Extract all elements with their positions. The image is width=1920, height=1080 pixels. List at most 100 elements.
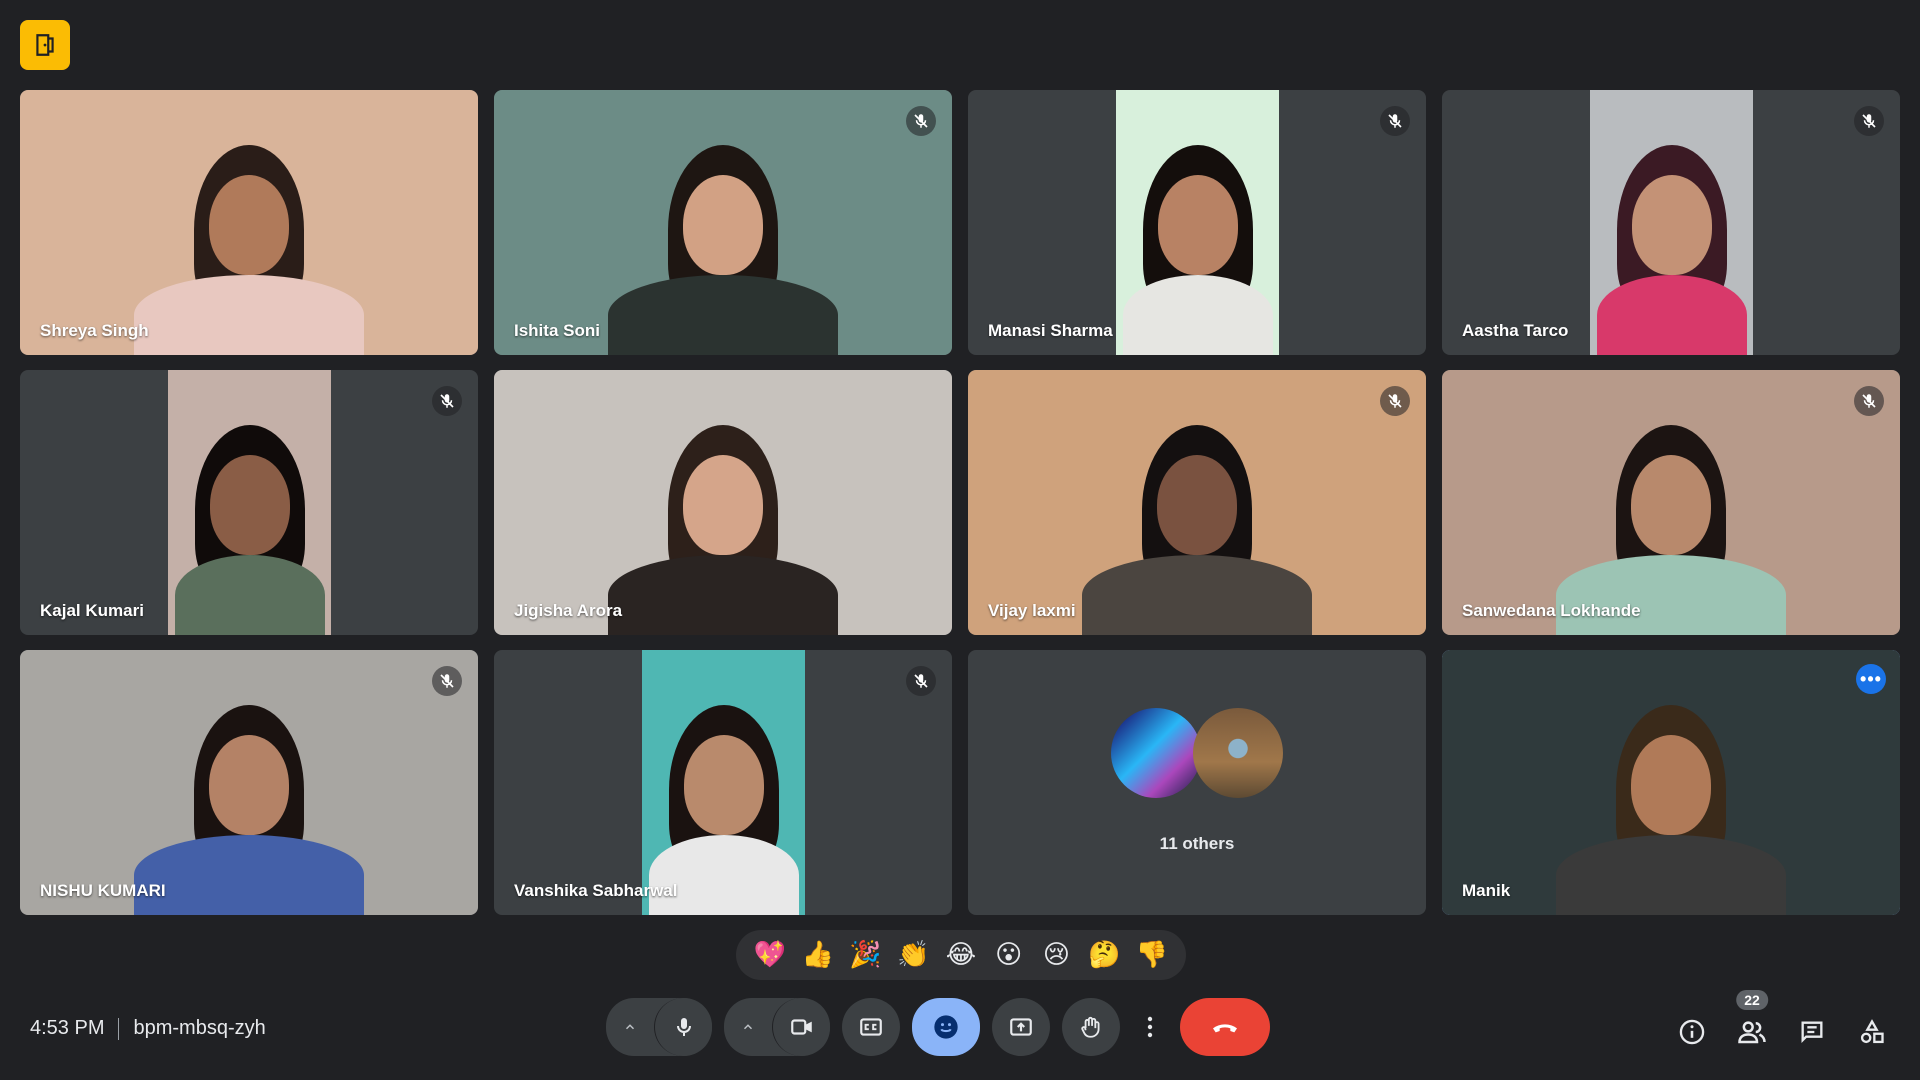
person-body xyxy=(1556,835,1786,915)
participant-name: Manasi Sharma xyxy=(988,321,1113,340)
participant-tile[interactable]: Manasi Sharma xyxy=(968,90,1426,355)
camera-button[interactable] xyxy=(772,998,830,1056)
activities-button[interactable] xyxy=(1848,1008,1896,1056)
more-vertical-icon xyxy=(1147,1016,1153,1038)
participant-name: Jigisha Arora xyxy=(514,601,623,620)
participant-name: Sanwedana Lokhande xyxy=(1462,601,1641,620)
participant-name: Kajal Kumari xyxy=(40,601,144,620)
reaction-bar: 💖 👍 🎉 👏 😂 😮 😢 🤔 👎 xyxy=(736,930,1186,980)
participant-name: Aastha Tarco xyxy=(1462,321,1569,340)
reaction-emoji[interactable]: 😢 xyxy=(1035,940,1077,970)
more-options-button[interactable] xyxy=(1132,998,1168,1056)
video-camera-icon xyxy=(790,1019,812,1035)
person-face xyxy=(1631,455,1711,555)
call-controls xyxy=(606,998,1282,1056)
reaction-emoji[interactable]: 👍 xyxy=(797,940,839,970)
participant-tile[interactable]: Vanshika Sabharwal xyxy=(494,650,952,915)
muted-indicator xyxy=(432,386,462,416)
muted-indicator xyxy=(906,666,936,696)
microphone-icon xyxy=(676,1018,691,1036)
muted-indicator xyxy=(906,106,936,136)
person-face xyxy=(209,735,289,835)
mic-off-icon xyxy=(1862,394,1876,408)
video-feed xyxy=(1442,370,1900,635)
captions-button[interactable] xyxy=(842,998,900,1056)
door-icon xyxy=(36,34,54,56)
person-body xyxy=(608,275,838,355)
audio-options-button[interactable] xyxy=(606,998,654,1056)
tile-options-button[interactable]: ••• xyxy=(1856,664,1886,694)
microphone-button[interactable] xyxy=(654,998,712,1056)
person-face xyxy=(683,735,764,835)
avatar xyxy=(1111,708,1201,798)
microphone-control xyxy=(606,998,712,1056)
info-icon xyxy=(1679,1019,1705,1045)
muted-indicator xyxy=(1854,106,1884,136)
mic-off-icon xyxy=(440,674,454,688)
person-body xyxy=(134,835,364,915)
activities-shapes-icon xyxy=(1860,1019,1884,1044)
muted-indicator xyxy=(1380,106,1410,136)
reaction-emoji[interactable]: 💖 xyxy=(749,940,791,970)
side-panel-controls: 22 xyxy=(1656,990,1896,1056)
muted-indicator xyxy=(432,666,462,696)
person-body xyxy=(1082,555,1312,635)
person-body xyxy=(134,275,364,355)
reaction-emoji[interactable]: 🎉 xyxy=(844,940,886,970)
participant-name: Vanshika Sabharwal xyxy=(514,881,678,900)
avatar xyxy=(1193,708,1283,798)
present-screen-button[interactable] xyxy=(992,998,1050,1056)
raise-hand-button[interactable] xyxy=(1062,998,1120,1056)
person-body xyxy=(1122,275,1273,355)
participant-name: Shreya Singh xyxy=(40,321,149,340)
hang-up-icon xyxy=(1213,1024,1237,1033)
participant-tile[interactable]: Aastha Tarco xyxy=(1442,90,1900,355)
participant-tile[interactable]: Jigisha Arora xyxy=(494,370,952,635)
others-tile[interactable]: 11 others xyxy=(968,650,1426,915)
mic-off-icon xyxy=(914,114,928,128)
meeting-details-button[interactable] xyxy=(1668,1008,1716,1056)
participant-grid: Shreya Singh Ishita Soni Manasi Sharma Aast… xyxy=(20,90,1900,915)
person-body xyxy=(608,555,838,635)
chat-button[interactable] xyxy=(1788,1008,1836,1056)
meeting-info: 4:53 PM bpm-mbsq-zyh xyxy=(30,1017,266,1040)
mic-off-icon xyxy=(914,674,928,688)
meet-logo[interactable] xyxy=(20,20,70,70)
video-feed xyxy=(968,370,1426,635)
person-face xyxy=(683,455,763,555)
reaction-emoji[interactable]: 😮 xyxy=(988,940,1030,970)
video-feed xyxy=(494,90,952,355)
participant-name: Vijay laxmi xyxy=(988,601,1076,620)
participant-tile[interactable]: Shreya Singh xyxy=(20,90,478,355)
reaction-emoji[interactable]: 👏 xyxy=(892,940,934,970)
avatar-stack xyxy=(1111,708,1283,798)
person-face xyxy=(1157,455,1237,555)
emoji-reactions-button[interactable] xyxy=(912,998,980,1056)
participant-tile[interactable]: Vijay laxmi xyxy=(968,370,1426,635)
reaction-emoji[interactable]: 😂 xyxy=(940,940,982,970)
participant-name: NISHU KUMARI xyxy=(40,881,166,900)
participant-name: Ishita Soni xyxy=(514,321,600,340)
person-face xyxy=(1631,735,1711,835)
reaction-emoji[interactable]: 👎 xyxy=(1131,940,1173,970)
participant-tile[interactable]: ••• Manik xyxy=(1442,650,1900,915)
participant-tile[interactable]: Sanwedana Lokhande xyxy=(1442,370,1900,635)
participant-tile[interactable]: Ishita Soni xyxy=(494,90,952,355)
people-button[interactable]: 22 xyxy=(1728,990,1776,1056)
participant-tile[interactable]: NISHU KUMARI xyxy=(20,650,478,915)
closed-captions-icon xyxy=(860,1018,882,1036)
people-icon xyxy=(1738,1021,1766,1044)
participant-tile[interactable]: Kajal Kumari xyxy=(20,370,478,635)
present-icon xyxy=(1010,1018,1032,1036)
video-options-button[interactable] xyxy=(724,998,772,1056)
leave-call-button[interactable] xyxy=(1180,998,1270,1056)
reaction-emoji[interactable]: 🤔 xyxy=(1083,940,1125,970)
hand-icon xyxy=(1081,1016,1100,1038)
video-feed xyxy=(494,370,952,635)
divider xyxy=(118,1017,120,1040)
video-feed xyxy=(1590,90,1753,355)
meeting-code[interactable]: bpm-mbsq-zyh xyxy=(133,1017,265,1040)
video-feed xyxy=(1442,650,1900,915)
participant-name: Manik xyxy=(1462,881,1511,900)
chevron-up-icon xyxy=(625,1024,635,1030)
